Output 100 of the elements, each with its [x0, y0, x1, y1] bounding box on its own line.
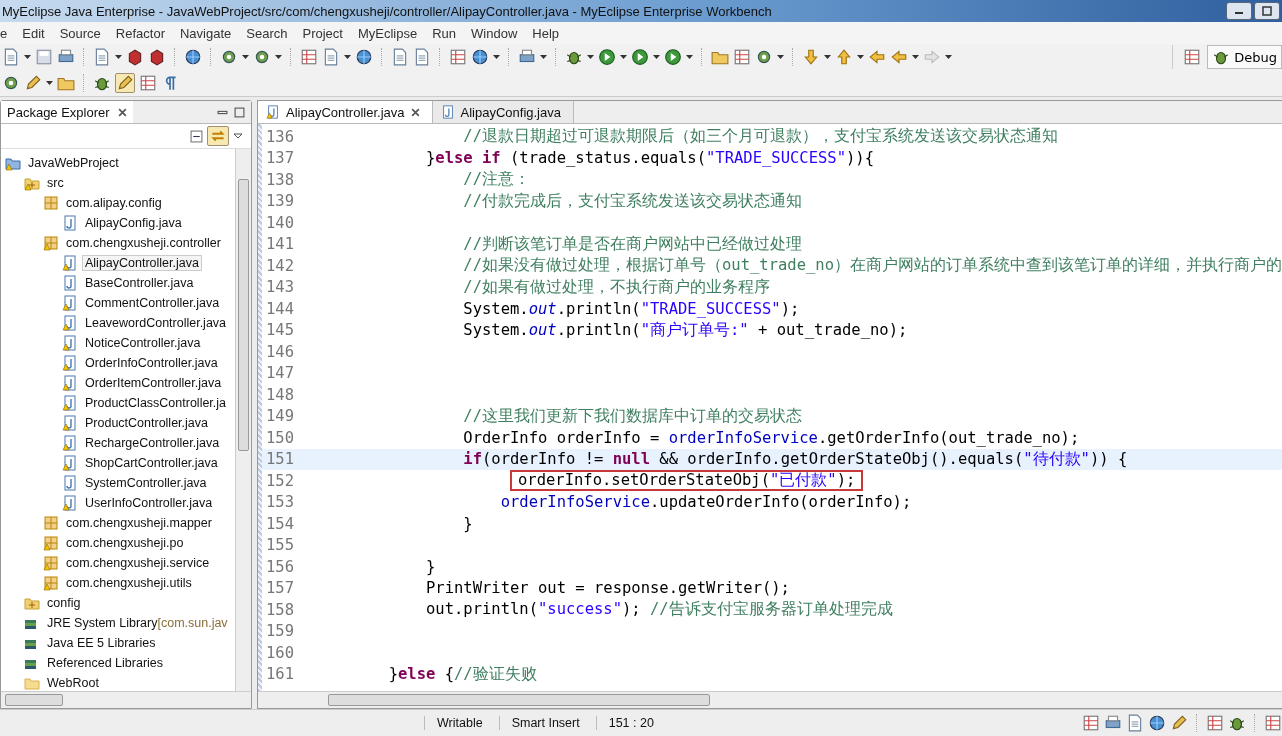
close-icon[interactable] — [117, 107, 127, 117]
code-line: if(orderInfo != null && orderInfo.getOrderStateObj().equals("待付款")) { — [462, 448, 1128, 470]
caret-icon[interactable] — [653, 55, 660, 59]
grid-icon[interactable] — [139, 74, 157, 92]
play-icon[interactable] — [664, 48, 682, 66]
globe-icon[interactable] — [471, 48, 489, 66]
caret-icon[interactable] — [620, 55, 627, 59]
horizontal-scrollbar[interactable] — [1, 691, 251, 708]
maximize-button[interactable] — [1254, 2, 1280, 20]
menu-item[interactable]: MyEclipse — [357, 25, 418, 41]
pencil-icon[interactable] — [115, 73, 135, 93]
code-line: PrintWriter out = response.getWriter(); — [425, 579, 790, 598]
play-icon[interactable] — [598, 48, 616, 66]
grid-icon[interactable] — [300, 48, 318, 66]
page-icon[interactable] — [322, 48, 340, 66]
menu-item[interactable]: Navigate — [180, 25, 232, 41]
grid-icon[interactable] — [1206, 714, 1224, 732]
page-icon[interactable] — [93, 48, 111, 66]
globe-icon[interactable] — [355, 48, 373, 66]
menu-item[interactable]: Help — [532, 25, 560, 41]
page-icon[interactable] — [391, 48, 409, 66]
tree-item[interactable]: WebRoot — [44, 675, 102, 691]
horizontal-scrollbar[interactable] — [258, 691, 1282, 708]
view-tab[interactable]: Package Explorer — [1, 101, 133, 123]
tree-item[interactable]: src — [44, 175, 67, 191]
caret-icon[interactable] — [493, 55, 500, 59]
tree-item[interactable]: com.alipay.config — [63, 195, 165, 211]
tree-item[interactable]: com.chengxusheji.controller — [63, 235, 224, 251]
minimize-button[interactable] — [1226, 2, 1252, 20]
caret-icon[interactable] — [912, 55, 919, 59]
tree-item[interactable]: ProductClassController.ja — [82, 395, 230, 411]
grid-icon[interactable] — [1264, 714, 1282, 732]
tree-item[interactable]: com.chengxusheji.mapper — [63, 515, 215, 531]
tree-item[interactable]: SystemController.java — [82, 475, 210, 491]
tree-item[interactable]: OrderItemController.java — [82, 375, 225, 391]
page-icon[interactable] — [1126, 714, 1144, 732]
code-line: }else if (trade_status.equals("TRADE_SUCCESS")){ — [425, 149, 874, 168]
caret-icon[interactable] — [233, 133, 243, 139]
file-icon[interactable] — [2, 48, 20, 66]
globe-icon[interactable] — [1148, 714, 1166, 732]
tree-item[interactable]: NoticeController.java — [82, 335, 204, 351]
tree-item[interactable]: RechargeController.java — [82, 435, 223, 451]
menu-item[interactable]: Source — [59, 25, 101, 41]
caret-icon[interactable] — [945, 55, 952, 59]
caret-icon[interactable] — [344, 55, 351, 59]
menu-item[interactable]: Project — [302, 25, 343, 41]
grid-icon[interactable] — [1082, 714, 1100, 732]
caret-icon[interactable] — [686, 55, 693, 59]
page-icon[interactable] — [413, 48, 431, 66]
tree-item[interactable]: Referenced Libraries — [44, 655, 167, 671]
cube-icon[interactable] — [126, 48, 144, 66]
caret-icon[interactable] — [115, 55, 122, 59]
tree-item[interactable]: com.chengxusheji.service — [63, 555, 213, 571]
collapse-all-icon[interactable] — [190, 129, 203, 143]
tree-item[interactable]: Java EE 5 Libraries — [44, 635, 159, 651]
code-line: System.out.println("商户订单号:" + out_trade_no); — [462, 319, 908, 341]
tree-item[interactable]: com.chengxusheji.utils — [63, 575, 195, 591]
menu-item[interactable]: Run — [432, 25, 457, 41]
tree-item[interactable]: OrderInfoController.java — [82, 355, 221, 371]
caret-icon[interactable] — [857, 55, 864, 59]
tree-item[interactable]: ShopCartController.java — [82, 455, 221, 471]
editor-tab[interactable]: AlipayController.java — [258, 101, 433, 123]
caret-icon[interactable] — [46, 81, 53, 85]
globe-icon[interactable] — [184, 48, 202, 66]
tree-item[interactable]: CommentController.java — [82, 295, 223, 311]
play-icon[interactable] — [631, 48, 649, 66]
tree-item[interactable]: JRE System Library[com.sun.jav — [44, 615, 231, 631]
cube-icon[interactable] — [148, 48, 166, 66]
grid-icon[interactable] — [1183, 48, 1202, 66]
caret-icon[interactable] — [777, 55, 784, 59]
menu-item[interactable]: Refactor — [115, 25, 165, 41]
editor-tab[interactable]: AlipayConfig.java — [432, 101, 574, 123]
tree-item[interactable]: LeavewordController.java — [82, 315, 230, 331]
tree-item[interactable]: AlipayConfig.java — [82, 215, 185, 231]
vertical-scrollbar[interactable] — [235, 149, 251, 691]
tree-item[interactable]: BaseController.java — [82, 275, 197, 291]
tree-item[interactable]: com.chengxusheji.po — [63, 535, 187, 551]
caret-icon[interactable] — [242, 55, 249, 59]
menu-item[interactable]: Edit — [22, 25, 45, 41]
caret-icon[interactable] — [540, 55, 547, 59]
close-icon[interactable] — [410, 107, 420, 117]
line-number: 152 — [265, 471, 296, 490]
menu-item[interactable]: Window — [471, 25, 518, 41]
tree-item[interactable]: UserInfoController.java — [82, 495, 216, 511]
caret-icon[interactable] — [587, 55, 594, 59]
menu-item[interactable]: Search — [246, 25, 288, 41]
maximize-icon[interactable] — [234, 106, 245, 118]
caret-icon[interactable] — [275, 55, 282, 59]
caret-icon[interactable] — [24, 55, 31, 59]
grid-icon[interactable] — [733, 48, 751, 66]
caret-icon[interactable] — [824, 55, 831, 59]
perspective-button[interactable]: Debug — [1207, 45, 1282, 69]
tree-item[interactable]: JavaWebProject — [25, 155, 122, 171]
grid-icon[interactable] — [449, 48, 467, 66]
tree-item[interactable]: AlipayController.java — [82, 255, 202, 271]
pencil-icon[interactable] — [24, 74, 42, 92]
menu-item[interactable]: e — [0, 25, 8, 41]
tree-item[interactable]: ProductController.java — [82, 415, 211, 431]
tree-item[interactable]: config — [44, 595, 84, 611]
pencil-icon[interactable] — [1170, 714, 1188, 732]
